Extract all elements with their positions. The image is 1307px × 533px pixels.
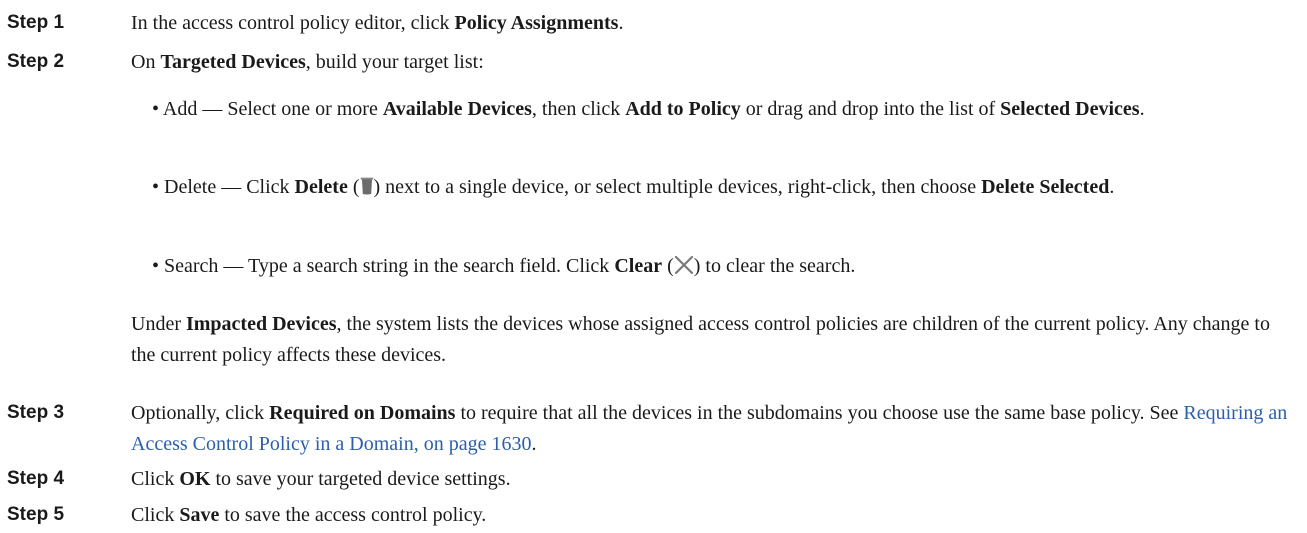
bullet-add: • Add — Select one or more Available Dev… [152,98,1145,120]
required-on-domains-term: Required on Domains [269,402,456,424]
step-3-text: Optionally, click Required on Domains to… [131,402,1288,455]
step-5-label: Step 5 [7,504,65,525]
policy-assignments-term: Policy Assignments [454,12,619,34]
bullet-search: • Search — Type a search string in the s… [152,251,1282,284]
step-4-label: Step 4 [7,468,65,489]
step-2-label: Step 2 [7,51,65,72]
step-1-label: Step 1 [7,12,65,33]
impacted-devices-note: Under Impacted Devices, the system lists… [131,313,1270,366]
step-4-text: Click OK to save your targeted device se… [131,468,511,490]
step-5-text: Click Save to save the access control po… [131,504,487,526]
step-3-label: Step 3 [7,402,65,423]
trash-icon [360,174,374,205]
ok-term: OK [179,468,211,490]
save-term: Save [179,504,220,526]
targeted-devices-term: Targeted Devices [160,51,306,73]
impacted-devices-term: Impacted Devices [185,313,337,335]
close-icon [674,253,694,284]
step-1-text: In the access control policy editor, cli… [131,12,624,34]
bullet-delete: • Delete — Click Delete () next to a sin… [152,172,1282,205]
step-2-text: On Targeted Devices, build your target l… [131,51,484,73]
